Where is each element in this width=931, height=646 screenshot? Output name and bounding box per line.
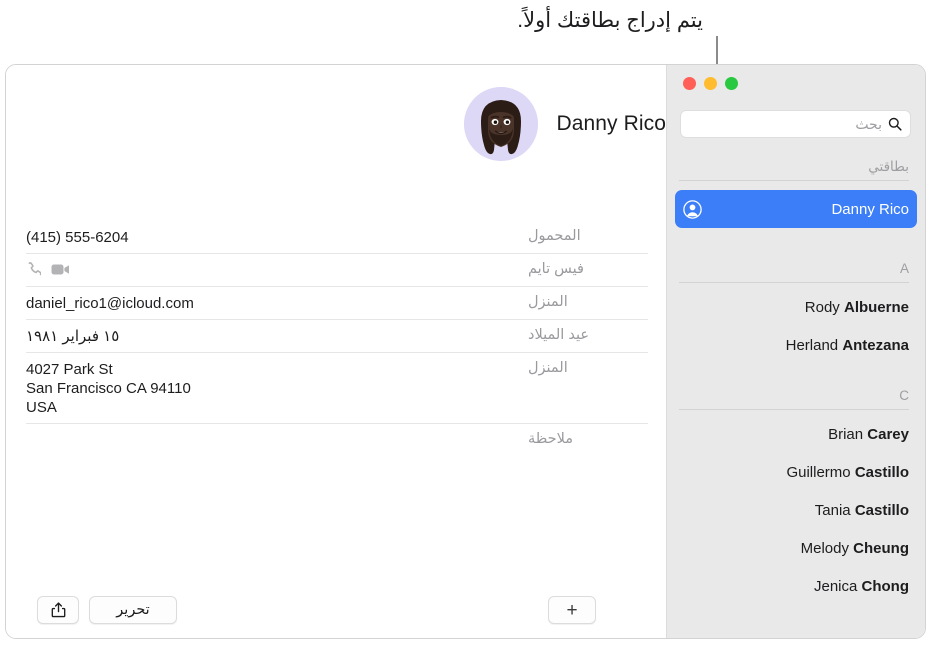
field-value-birthday: ١٥ فبراير ١٩٨١ [26,328,120,345]
contacts-group-c: C Brian Carey Guillermo Castillo Tania C… [667,388,925,605]
contact-detail-pane: Danny Rico المحمول (415) 555-6204 فيس تا… [6,65,666,638]
field-label: عيد الميلاد [528,327,589,343]
search-icon [888,117,902,131]
add-contact-button[interactable]: + [548,596,596,624]
section-header-letter: C [899,388,909,403]
list-item-label: Melody Cheung [800,539,909,557]
contacts-sidebar: بحث بطاقتي Danny Rico A Rody Albuerne He… [666,65,925,638]
field-label: المنزل [528,360,568,376]
field-label: المحمول [528,228,581,244]
contact-fields: المحمول (415) 555-6204 فيس تايم المنزل d… [26,221,648,457]
section-header-letter: A [899,261,909,276]
phone-handset-icon[interactable] [26,262,41,277]
sidebar-item-melody-cheung[interactable]: Melody Cheung [667,529,925,567]
sidebar-item-jenica-chong[interactable]: Jenica Chong [667,567,925,605]
field-row-address[interactable]: المنزل 4027 Park St San Francisco CA 941… [26,353,648,424]
contact-card-header: Danny Rico [6,87,666,161]
field-row-birthday[interactable]: عيد الميلاد ١٥ فبراير ١٩٨١ [26,320,648,353]
person-circle-icon [683,199,702,219]
minimize-button-yellow[interactable] [704,77,717,90]
section-header-my-card: بطاقتي [868,159,909,174]
sidebar-item-herland-antezana[interactable]: Herland Antezana [667,326,925,364]
page-title: Danny Rico [556,112,666,135]
screenshot-root: يتم إدراج بطاقتك أولاً. بحث بطاقتي Danny… [0,0,931,646]
plus-icon: + [566,599,578,621]
field-value-address: 4027 Park St San Francisco CA 94110 USA [26,360,516,417]
field-label: المنزل [528,294,568,310]
field-value-facetime [26,261,516,277]
search-input[interactable]: بحث [680,110,911,138]
list-item-label: Herland Antezana [785,336,909,354]
callout-label: يتم إدراج بطاقتك أولاً. [517,9,703,32]
list-item-label: Guillermo Castillo [786,463,909,481]
share-button[interactable] [37,596,79,624]
video-camera-icon[interactable] [51,263,70,276]
field-row-facetime[interactable]: فيس تايم [26,254,648,287]
sidebar-item-rody-albuerne[interactable]: Rody Albuerne [667,288,925,326]
address-line-city: San Francisco CA 94110 [26,380,191,397]
field-label: فيس تايم [528,261,584,277]
address-line-country: USA [26,399,57,416]
list-item-label: Jenica Chong [813,577,909,595]
contacts-window: بحث بطاقتي Danny Rico A Rody Albuerne He… [5,64,926,639]
sidebar-item-brian-carey[interactable]: Brian Carey [667,415,925,453]
address-line-street: 4027 Park St [26,361,113,378]
contacts-group-a: A Rody Albuerne Herland Antezana [667,261,925,364]
field-value-email: daniel_rico1@icloud.com [26,295,194,312]
zoom-button-green[interactable] [725,77,738,90]
field-value-phone: (415) 555-6204 [26,229,129,246]
field-label: ملاحظة [528,431,574,447]
card-toolbar: تحرير + [32,594,638,624]
memoji-avatar[interactable] [464,87,539,161]
edit-button[interactable]: تحرير [89,596,177,624]
sidebar-item-danny-rico[interactable]: Danny Rico [675,190,917,228]
sidebar-item-tania-castillo[interactable]: Tania Castillo [667,491,925,529]
search-placeholder-text: بحث [855,115,882,132]
list-item-label: Tania Castillo [814,501,909,519]
share-icon [51,602,66,618]
field-row-mobile[interactable]: المحمول (415) 555-6204 [26,221,648,254]
sidebar-item-label: Danny Rico [831,200,909,218]
close-button-red[interactable] [683,77,696,90]
list-item-label: Brian Carey [828,425,909,443]
window-controls [683,77,738,90]
field-row-email[interactable]: المنزل daniel_rico1@icloud.com [26,287,648,320]
list-item-label: Rody Albuerne [804,298,909,316]
field-row-note[interactable]: ملاحظة [26,424,648,457]
sidebar-item-guillermo-castillo[interactable]: Guillermo Castillo [667,453,925,491]
my-card-section: بطاقتي Danny Rico [667,159,925,228]
